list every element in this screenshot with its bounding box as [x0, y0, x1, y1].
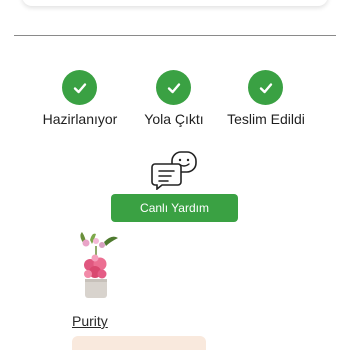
- step-1-label: Hazirlanıyor: [42, 111, 118, 127]
- promo-box: [72, 336, 206, 350]
- live-help-button[interactable]: Canlı Yardım: [111, 194, 238, 222]
- chat-support-icon: [150, 150, 202, 191]
- step-2-label: Yola Çıktı: [144, 111, 204, 127]
- divider: [14, 35, 336, 36]
- step-3-check-icon: [248, 70, 283, 105]
- flower-arrangement-icon[interactable]: [74, 232, 120, 300]
- order-tracking-page: Hazirlanıyor Yola Çıktı Teslim Edildi Ca…: [0, 0, 350, 350]
- previous-card: [22, 0, 328, 6]
- step-1-check-icon: [62, 70, 97, 105]
- order-status-steps: Hazirlanıyor Yola Çıktı Teslim Edildi: [0, 70, 350, 130]
- step-2-check-icon: [156, 70, 191, 105]
- brand-link[interactable]: Purity: [72, 313, 108, 329]
- step-3-label: Teslim Edildi: [227, 111, 305, 127]
